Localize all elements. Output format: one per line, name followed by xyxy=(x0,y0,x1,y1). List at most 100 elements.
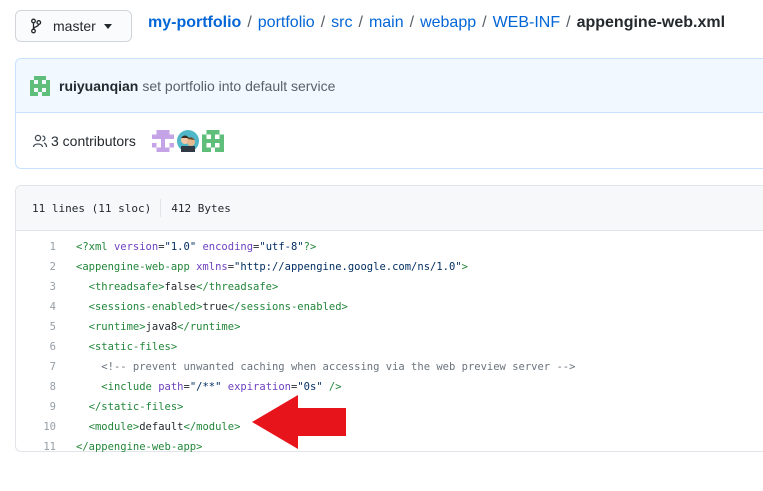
breadcrumb-link-portfolio[interactable]: portfolio xyxy=(258,14,315,32)
code-token: <runtime> xyxy=(88,321,146,333)
contributor-avatar-3-icon[interactable] xyxy=(201,130,224,152)
code-line: 11 </appengine-web-app> xyxy=(16,437,763,457)
code-token: "1.0" xyxy=(164,241,197,253)
line-content: </static-files> xyxy=(56,401,184,413)
code-token: default xyxy=(139,421,184,433)
breadcrumb-link-main[interactable]: main xyxy=(369,14,404,32)
code-token: /> xyxy=(322,381,342,393)
code-line: 1 <?xml version="1.0" encoding="utf-8"?> xyxy=(16,237,763,257)
file-size: 412 Bytes xyxy=(171,201,231,215)
line-number[interactable]: 3 xyxy=(16,281,56,293)
breadcrumb-link-src[interactable]: src xyxy=(331,14,352,32)
code-token: "0s" xyxy=(297,381,323,393)
line-content: <appengine-web-app xmlns="http://appengi… xyxy=(56,261,468,273)
code-line: 7 <!-- prevent unwanted caching when acc… xyxy=(16,357,763,377)
latest-commit-header: ruiyuanqian set portfolio into default s… xyxy=(16,59,763,113)
line-number[interactable]: 9 xyxy=(16,401,56,413)
breadcrumb-separator: / xyxy=(482,14,487,31)
breadcrumb-separator: / xyxy=(247,14,252,31)
code-token: > xyxy=(461,261,468,273)
identicon-avatar-icon[interactable] xyxy=(30,75,50,96)
line-content: <?xml version="1.0" encoding="utf-8"?> xyxy=(56,241,316,253)
line-number[interactable]: 4 xyxy=(16,301,56,313)
code-token: encoding xyxy=(202,241,254,253)
line-number[interactable]: 1 xyxy=(16,241,56,253)
top-bar: master xyxy=(15,10,132,42)
people-icon xyxy=(32,134,48,148)
line-number[interactable]: 7 xyxy=(16,361,56,373)
code-listing: 1 <?xml version="1.0" encoding="utf-8"?> 2… xyxy=(16,231,763,457)
breadcrumb-separator: / xyxy=(358,14,363,31)
breadcrumb-link-web-inf[interactable]: WEB-INF xyxy=(493,14,561,32)
code-line: 9 </static-files> xyxy=(16,397,763,417)
branch-select-button[interactable]: master xyxy=(15,10,132,42)
code-token: </sessions-enabled> xyxy=(227,301,348,313)
code-token: path xyxy=(158,381,184,393)
code-token: <!-- prevent unwanted caching when acces… xyxy=(101,361,576,373)
file-info-divider xyxy=(160,199,162,217)
chevron-down-icon xyxy=(103,23,112,29)
line-content: <include path="/**" expiration="0s" /> xyxy=(56,381,342,393)
branch-label: master xyxy=(53,18,96,34)
breadcrumb-separator: / xyxy=(409,14,415,31)
commit-author-link[interactable]: ruiyuanqian xyxy=(59,78,138,94)
code-token: java8 xyxy=(145,321,178,333)
code-line: 10 <module>default</module> xyxy=(16,417,763,437)
code-token: "http://appengine.google.com/ns/1.0" xyxy=(234,261,462,273)
code-token: expiration xyxy=(227,381,291,393)
file-line-count: 11 lines (11 sloc) xyxy=(32,201,152,215)
code-token: version xyxy=(113,241,159,253)
code-line: 2 <appengine-web-app xmlns="http://appeng… xyxy=(16,257,763,277)
file-info-header: 11 lines (11 sloc) 412 Bytes xyxy=(16,186,763,231)
breadcrumb-repo-link[interactable]: my-portfolio xyxy=(148,14,241,32)
line-number[interactable]: 8 xyxy=(16,381,56,393)
code-token: <threadsafe> xyxy=(88,281,165,293)
contributor-avatar-2-icon[interactable] xyxy=(176,130,199,152)
code-token: <include xyxy=(101,381,159,393)
breadcrumb-link-webapp[interactable]: webapp xyxy=(420,14,476,32)
contributors-row: 3 contributors xyxy=(16,113,763,169)
code-token: </module> xyxy=(183,421,241,433)
line-content: <runtime>java8</runtime> xyxy=(56,321,241,333)
line-content: <sessions-enabled>true</sessions-enabled… xyxy=(56,301,348,313)
code-token: </static-files> xyxy=(88,401,184,413)
red-arrow-annotation-icon xyxy=(252,395,346,449)
code-token: </threadsafe> xyxy=(196,281,279,293)
line-content: <threadsafe>false</threadsafe> xyxy=(56,281,279,293)
contributors-count-link[interactable]: 3 contributors xyxy=(51,133,136,149)
code-line: 4 <sessions-enabled>true</sessions-enabl… xyxy=(16,297,763,317)
line-number[interactable]: 10 xyxy=(16,421,56,433)
breadcrumb-separator: / xyxy=(320,14,326,31)
contributor-avatar-1-icon[interactable] xyxy=(151,130,174,152)
line-number[interactable]: 6 xyxy=(16,341,56,353)
code-token: <sessions-enabled> xyxy=(88,301,203,313)
latest-commit-box: ruiyuanqian set portfolio into default s… xyxy=(15,58,763,169)
contributor-avatars xyxy=(151,130,227,152)
code-line: 3 <threadsafe>false</threadsafe> xyxy=(16,277,763,297)
git-branch-icon xyxy=(31,18,42,34)
line-content: <!-- prevent unwanted caching when acces… xyxy=(56,361,575,373)
code-token: <appengine-web-app xyxy=(76,261,197,273)
code-token: <static-files> xyxy=(88,341,178,353)
breadcrumb-current-file: appengine-web.xml xyxy=(576,14,726,31)
line-number[interactable]: 2 xyxy=(16,261,56,273)
line-number[interactable]: 5 xyxy=(16,321,56,333)
line-content: <static-files> xyxy=(56,341,178,353)
code-token: <?xml xyxy=(76,241,114,253)
code-token: "/**" xyxy=(189,381,222,393)
line-number[interactable]: 11 xyxy=(16,441,56,453)
code-token: "utf-8" xyxy=(259,241,304,253)
code-token: false xyxy=(164,281,197,293)
code-token: </runtime> xyxy=(177,321,241,333)
commit-message-link[interactable]: set portfolio into default service xyxy=(142,78,335,94)
code-token: ?> xyxy=(303,241,317,253)
breadcrumb-separator: / xyxy=(566,14,571,31)
code-token: xmlns xyxy=(196,261,228,273)
